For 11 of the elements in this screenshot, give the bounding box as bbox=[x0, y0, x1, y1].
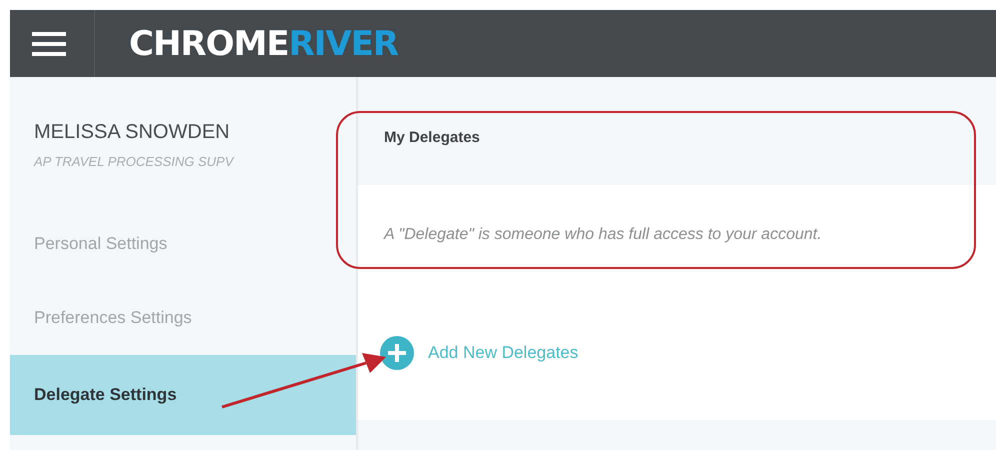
user-name: MELISSA SNOWDEN bbox=[34, 121, 231, 144]
logo: CHROMERIVER bbox=[129, 24, 398, 64]
description-text: A "Delegate" is someone who has full access to your account. bbox=[384, 226, 822, 244]
menu-icon[interactable] bbox=[32, 30, 66, 58]
sidebar-item[interactable]: Personal Settings bbox=[10, 207, 356, 281]
section-title: My Delegates bbox=[384, 129, 481, 146]
sidebar-item[interactable]: Preferences Settings bbox=[10, 281, 356, 355]
sidebar-item[interactable]: Delegate Settings bbox=[10, 355, 356, 435]
plus-icon bbox=[380, 336, 414, 370]
add-delegates-link[interactable]: Add New Delegates bbox=[380, 336, 578, 370]
user-title: AP TRAVEL PROCESSING SUPV bbox=[34, 154, 236, 169]
